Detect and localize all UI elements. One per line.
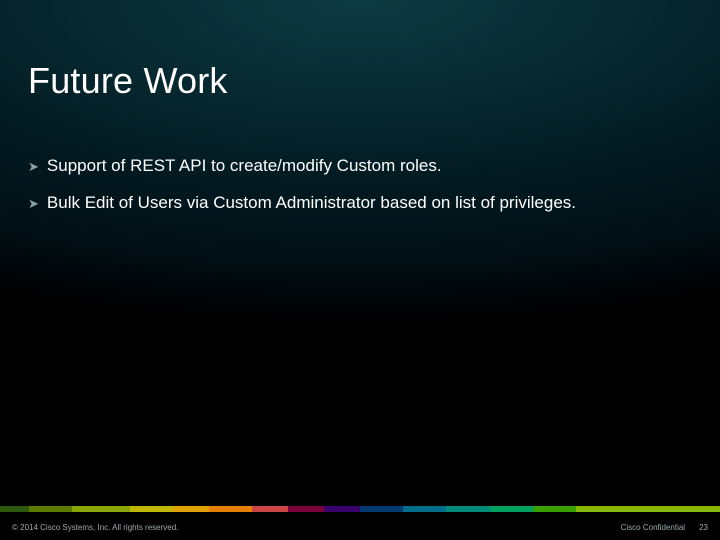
slide-title: Future Work	[28, 60, 228, 102]
footer: © 2014 Cisco Systems, Inc. All rights re…	[0, 514, 720, 540]
list-item: ➤ Bulk Edit of Users via Custom Administ…	[28, 192, 692, 215]
bullet-text: Support of REST API to create/modify Cus…	[47, 155, 442, 178]
chevron-right-icon: ➤	[28, 195, 39, 213]
list-item: ➤ Support of REST API to create/modify C…	[28, 155, 692, 178]
footer-confidential: Cisco Confidential	[621, 523, 685, 532]
footer-copyright: © 2014 Cisco Systems, Inc. All rights re…	[12, 523, 178, 532]
accent-color-bar	[0, 506, 720, 512]
page-number: 23	[699, 523, 708, 532]
footer-right: Cisco Confidential 23	[621, 523, 708, 532]
bullet-list: ➤ Support of REST API to create/modify C…	[28, 155, 692, 229]
bullet-text: Bulk Edit of Users via Custom Administra…	[47, 192, 576, 215]
chevron-right-icon: ➤	[28, 158, 39, 176]
slide: Future Work ➤ Support of REST API to cre…	[0, 0, 720, 540]
